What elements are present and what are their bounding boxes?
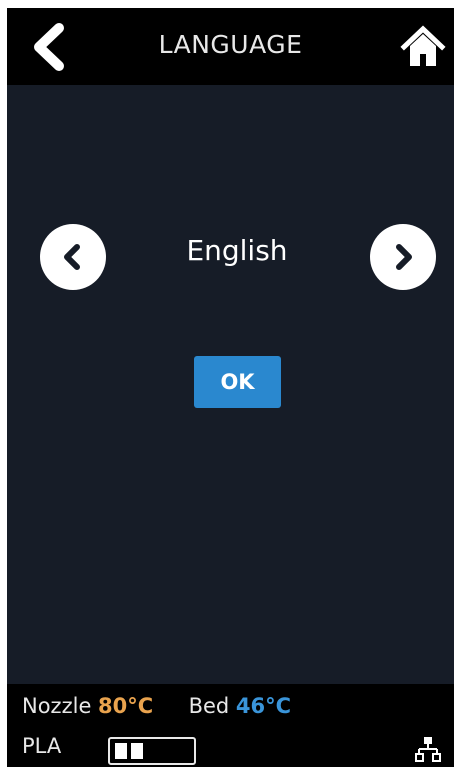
page-title: LANGUAGE	[158, 30, 303, 59]
current-language-label: English	[186, 234, 288, 267]
previous-language-button[interactable]	[40, 224, 106, 290]
status-bar: Nozzle 80°C Bed 46°C PLA	[7, 684, 454, 767]
filament-spool-indicator	[108, 737, 196, 765]
nozzle-temperature: 80°C	[98, 694, 154, 718]
material-label: PLA	[22, 734, 62, 758]
next-language-button[interactable]	[370, 224, 436, 290]
nozzle-label: Nozzle	[22, 694, 92, 718]
home-icon	[400, 25, 446, 66]
spool-segment	[131, 743, 143, 759]
chevron-left-circle-icon	[64, 244, 80, 270]
ok-button[interactable]: OK	[194, 356, 281, 408]
spool-segment	[115, 743, 127, 759]
chevron-right-circle-icon	[396, 244, 412, 270]
temperature-line: Nozzle 80°C Bed 46°C	[22, 694, 291, 718]
network-icon	[415, 736, 441, 762]
bed-temperature: 46°C	[235, 694, 292, 718]
screen: LANGUAGE English OK Nozzle 80°C Bed 46°C…	[7, 8, 454, 767]
home-button[interactable]	[400, 24, 446, 70]
top-bar: LANGUAGE	[7, 8, 454, 85]
bed-label: Bed	[188, 694, 230, 718]
